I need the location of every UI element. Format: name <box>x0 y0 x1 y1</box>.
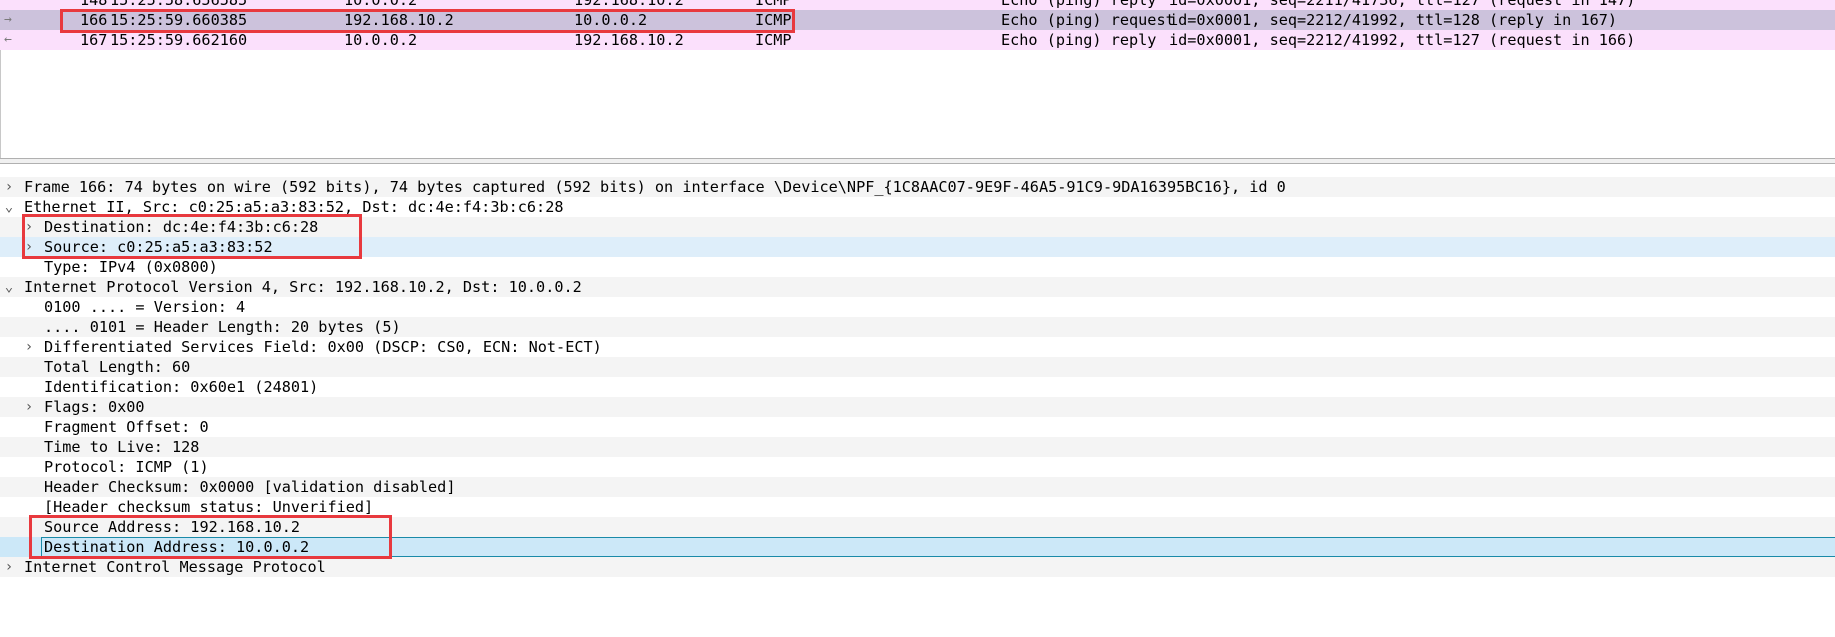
packet-protocol: ICMP <box>755 11 792 29</box>
tree-item-label: .... 0101 = Header Length: 20 bytes (5) <box>44 318 401 336</box>
packet-source: 192.168.10.2 <box>344 11 454 29</box>
packet-time: 15:25:59.660385 <box>110 11 248 29</box>
packet-info-type: Echo (ping) reply <box>1001 0 1157 9</box>
tree-item-label: Protocol: ICMP (1) <box>44 458 209 476</box>
packet-destination: 192.168.10.2 <box>574 31 684 49</box>
tree-item-ip-ttl[interactable]: Time to Live: 128 <box>0 437 1835 457</box>
tree-item-ip-src-addr[interactable]: Source Address: 192.168.10.2 <box>0 517 1835 537</box>
tree-item-eth-destination[interactable]: › Destination: dc:4e:f4:3b:c6:28 <box>0 217 1835 237</box>
tree-item-ip-total-length[interactable]: Total Length: 60 <box>0 357 1835 377</box>
tree-item-icmp[interactable]: › Internet Control Message Protocol <box>0 557 1835 577</box>
expand-icon[interactable]: › <box>3 557 15 577</box>
packet-row[interactable]: 148 15:25:58.656585 10.0.0.2 192.168.10.… <box>0 0 1835 10</box>
tree-item-ipv4[interactable]: ⌄ Internet Protocol Version 4, Src: 192.… <box>0 277 1835 297</box>
tree-item-ip-checksum[interactable]: Header Checksum: 0x0000 [validation disa… <box>0 477 1835 497</box>
tree-item-frame[interactable]: › Frame 166: 74 bytes on wire (592 bits)… <box>0 177 1835 197</box>
packet-source: 10.0.0.2 <box>344 0 418 9</box>
tree-item-label: Source: c0:25:a5:a3:83:52 <box>44 238 273 256</box>
tree-item-ip-version[interactable]: 0100 .... = Version: 4 <box>0 297 1835 317</box>
packet-row[interactable]: ← 167 15:25:59.662160 10.0.0.2 192.168.1… <box>0 30 1835 50</box>
tree-item-label: Internet Protocol Version 4, Src: 192.16… <box>24 278 582 296</box>
tree-item-label: Ethernet II, Src: c0:25:a5:a3:83:52, Dst… <box>24 198 564 216</box>
packet-info-type: Echo (ping) request <box>1001 11 1175 29</box>
packet-protocol: ICMP <box>755 0 792 9</box>
expand-icon[interactable]: › <box>23 217 35 237</box>
tree-item-eth-source[interactable]: › Source: c0:25:a5:a3:83:52 <box>0 237 1835 257</box>
tree-item-ip-dst-addr-selected[interactable]: Destination Address: 10.0.0.2 <box>0 537 1835 557</box>
tree-item-ip-protocol[interactable]: Protocol: ICMP (1) <box>0 457 1835 477</box>
expand-icon[interactable]: › <box>23 237 35 257</box>
tree-item-label: [Header checksum status: Unverified] <box>44 498 374 516</box>
tree-item-ip-flags[interactable]: › Flags: 0x00 <box>0 397 1835 417</box>
collapse-icon[interactable]: ⌄ <box>3 277 15 297</box>
packet-info-detail: id=0x0001, seq=2211/41736, ttl=127 (requ… <box>1169 0 1636 9</box>
packet-list: 148 15:25:58.656585 10.0.0.2 192.168.10.… <box>0 0 1835 160</box>
tree-item-label: Fragment Offset: 0 <box>44 418 209 436</box>
tree-item-ip-fragment-offset[interactable]: Fragment Offset: 0 <box>0 417 1835 437</box>
collapse-icon[interactable]: ⌄ <box>3 197 15 217</box>
tree-item-ip-checksum-status[interactable]: [Header checksum status: Unverified] <box>0 497 1835 517</box>
expand-icon[interactable]: › <box>3 177 15 197</box>
tree-item-label: Differentiated Services Field: 0x00 (DSC… <box>44 338 602 356</box>
tree-item-label: Header Checksum: 0x0000 [validation disa… <box>44 478 456 496</box>
tree-item-label: Time to Live: 128 <box>44 438 200 456</box>
packet-row-selected[interactable]: → 166 15:25:59.660385 192.168.10.2 10.0.… <box>0 10 1835 30</box>
packet-time: 15:25:59.662160 <box>110 31 248 49</box>
tree-item-ip-header-length[interactable]: .... 0101 = Header Length: 20 bytes (5) <box>0 317 1835 337</box>
packet-destination: 10.0.0.2 <box>574 11 648 29</box>
packet-no: 167 <box>80 31 108 49</box>
expand-icon[interactable]: › <box>23 397 35 417</box>
tree-item-ip-identification[interactable]: Identification: 0x60e1 (24801) <box>0 377 1835 397</box>
expand-icon[interactable]: › <box>23 337 35 357</box>
packet-source: 10.0.0.2 <box>344 31 418 49</box>
pane-divider <box>0 163 1835 164</box>
packet-protocol: ICMP <box>755 31 792 49</box>
packet-no: 166 <box>80 11 108 29</box>
tree-item-label: Destination: dc:4e:f4:3b:c6:28 <box>44 218 319 236</box>
tree-item-label: Identification: 0x60e1 (24801) <box>44 378 319 396</box>
reply-arrow-icon: ← <box>4 32 12 47</box>
request-arrow-icon: → <box>4 12 12 27</box>
tree-item-label: Destination Address: 10.0.0.2 <box>44 538 310 556</box>
packet-info-detail: id=0x0001, seq=2212/41992, ttl=127 (requ… <box>1169 31 1636 49</box>
tree-item-ip-dsf[interactable]: › Differentiated Services Field: 0x00 (D… <box>0 337 1835 357</box>
packet-time: 15:25:58.656585 <box>110 0 248 9</box>
tree-item-ethernet[interactable]: ⌄ Ethernet II, Src: c0:25:a5:a3:83:52, D… <box>0 197 1835 217</box>
tree-item-eth-type[interactable]: Type: IPv4 (0x0800) <box>0 257 1835 277</box>
packet-info-type: Echo (ping) reply <box>1001 31 1157 49</box>
tree-item-label: Type: IPv4 (0x0800) <box>44 258 218 276</box>
tree-item-label: Frame 166: 74 bytes on wire (592 bits), … <box>24 178 1286 196</box>
tree-item-label: Source Address: 192.168.10.2 <box>44 518 301 536</box>
tree-item-label: Internet Control Message Protocol <box>24 558 326 576</box>
packet-info-detail: id=0x0001, seq=2212/41992, ttl=128 (repl… <box>1169 11 1618 29</box>
packet-destination: 192.168.10.2 <box>574 0 684 9</box>
selection-outline <box>41 537 1835 557</box>
tree-item-label: Flags: 0x00 <box>44 398 145 416</box>
tree-item-label: 0100 .... = Version: 4 <box>44 298 246 316</box>
tree-item-label: Total Length: 60 <box>44 358 191 376</box>
packet-no: 148 <box>80 0 108 9</box>
